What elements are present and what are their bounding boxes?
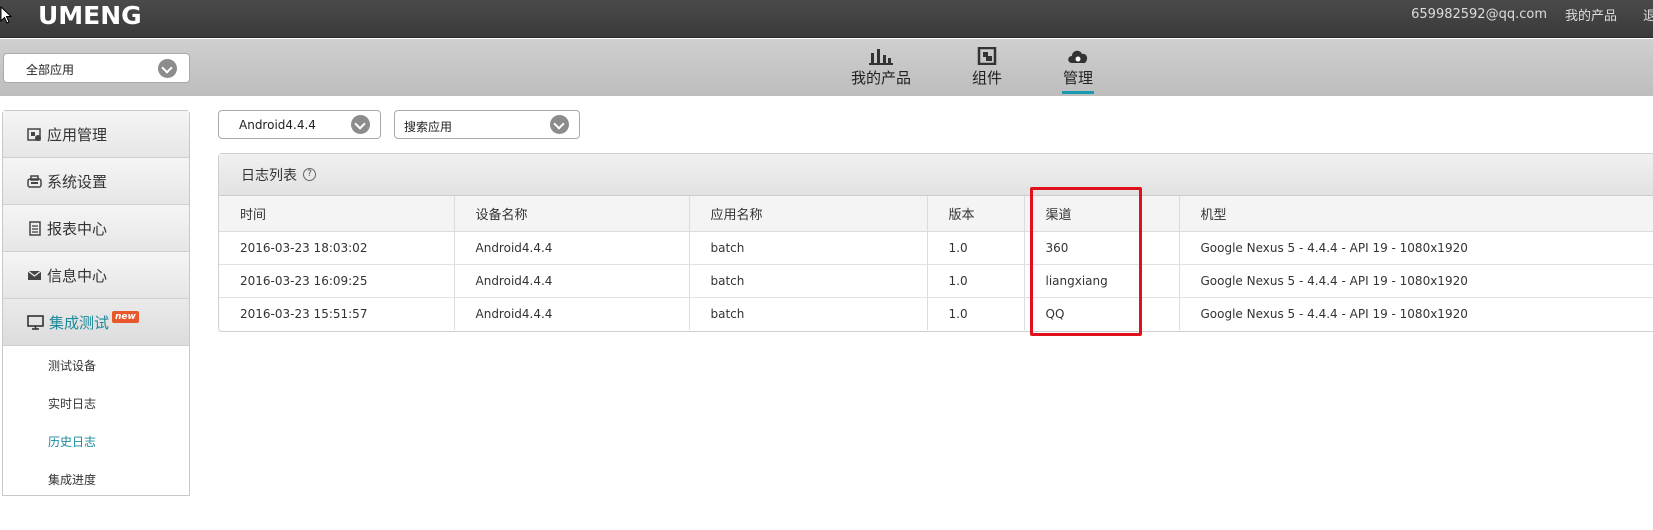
app-search-select[interactable]: 搜索应用 bbox=[394, 110, 580, 139]
app-search-value: 搜索应用 bbox=[404, 120, 453, 134]
new-badge: new bbox=[112, 311, 139, 323]
sidebar-item-message-center[interactable]: 信息中心 bbox=[3, 252, 189, 299]
column-header-model[interactable]: 机型 bbox=[1179, 196, 1653, 232]
tab-label: 组件 bbox=[972, 69, 1003, 87]
cell-version: 1.0 bbox=[927, 231, 1025, 265]
active-tab-indicator bbox=[1062, 91, 1094, 94]
sidebar-item-label: 集成测试 bbox=[49, 313, 110, 332]
cell-app: batch bbox=[689, 297, 928, 330]
column-header-version[interactable]: 版本 bbox=[927, 196, 1025, 232]
cell-time: 2016-03-23 18:03:02 bbox=[219, 231, 455, 265]
tab-manage[interactable]: 管理 bbox=[1062, 43, 1094, 94]
top-bar: UMENG 659982592@qq.com 我的产品 退 bbox=[0, 0, 1653, 38]
user-email-link[interactable]: 659982592@qq.com bbox=[1411, 7, 1547, 22]
device-select[interactable]: Android4.4.4 bbox=[218, 110, 381, 139]
channel-highlight-annotation bbox=[1030, 187, 1142, 336]
cell-model: Google Nexus 5 - 4.4.4 - API 19 - 1080x1… bbox=[1179, 231, 1653, 265]
cell-time: 2016-03-23 16:09:25 bbox=[219, 264, 455, 298]
sidebar-item-report-center[interactable]: 报表中心 bbox=[3, 205, 189, 252]
cell-version: 1.0 bbox=[927, 264, 1025, 298]
sidebar-subitem-integration-progress[interactable]: 集成进度 bbox=[3, 460, 189, 498]
tab-my-products[interactable]: 我的产品 bbox=[851, 43, 911, 88]
cloud-manage-icon bbox=[1068, 50, 1088, 63]
cell-app: batch bbox=[689, 264, 928, 298]
chevron-down-icon[interactable] bbox=[550, 115, 569, 134]
panel-title: 日志列表 bbox=[241, 167, 297, 184]
sidebar-item-label: 报表中心 bbox=[47, 219, 108, 238]
monitor-icon bbox=[27, 314, 44, 330]
chevron-down-icon[interactable] bbox=[158, 59, 177, 78]
log-list-panel: 日志列表 ? 时间 设备名称 应用名称 版本 渠道 机型 2016-03-23 … bbox=[218, 153, 1653, 332]
cell-device: Android4.4.4 bbox=[454, 264, 690, 298]
log-table: 时间 设备名称 应用名称 版本 渠道 机型 2016-03-23 18:03:0… bbox=[219, 196, 1653, 330]
cell-model: Google Nexus 5 - 4.4.4 - API 19 - 1080x1… bbox=[1179, 264, 1653, 298]
logout-link[interactable]: 退 bbox=[1643, 5, 1653, 24]
column-header-device[interactable]: 设备名称 bbox=[454, 196, 690, 232]
settings-icon bbox=[27, 174, 42, 188]
tab-label: 我的产品 bbox=[851, 69, 912, 87]
app-selector[interactable]: 全部应用 bbox=[3, 53, 190, 83]
tab-label: 管理 bbox=[1062, 69, 1093, 87]
sidebar-subitem-history-log[interactable]: 历史日志 bbox=[3, 422, 189, 460]
help-icon[interactable]: ? bbox=[303, 168, 316, 181]
component-icon bbox=[977, 47, 997, 65]
mail-icon bbox=[27, 270, 42, 280]
device-select-value: Android4.4.4 bbox=[239, 118, 316, 132]
umeng-logo[interactable]: UMENG bbox=[38, 0, 142, 30]
tab-components[interactable]: 组件 bbox=[972, 43, 1002, 88]
cell-device: Android4.4.4 bbox=[454, 297, 690, 330]
sidebar-item-label: 应用管理 bbox=[47, 125, 108, 144]
sidebar-item-app-manage[interactable]: 应用管理 bbox=[3, 111, 189, 158]
report-icon bbox=[29, 220, 41, 236]
panel-header: 日志列表 ? bbox=[219, 154, 1653, 196]
sidebar-item-label: 信息中心 bbox=[47, 266, 108, 285]
table-row: 2016-03-23 18:03:02 Android4.4.4 batch 1… bbox=[219, 231, 1653, 265]
nav-bar: 全部应用 我的产品 组件 管理 bbox=[0, 39, 1653, 96]
bar-chart-icon bbox=[869, 49, 893, 65]
sidebar-item-integration-test[interactable]: 集成测试 new bbox=[3, 299, 189, 346]
table-row: 2016-03-23 16:09:25 Android4.4.4 batch 1… bbox=[219, 264, 1653, 298]
logo-text: UMENG bbox=[38, 0, 142, 30]
cell-device: Android4.4.4 bbox=[454, 231, 690, 265]
my-products-link[interactable]: 我的产品 bbox=[1565, 5, 1617, 24]
table-header-row: 时间 设备名称 应用名称 版本 渠道 机型 bbox=[219, 196, 1653, 232]
sidebar-item-system-settings[interactable]: 系统设置 bbox=[3, 158, 189, 205]
cell-model: Google Nexus 5 - 4.4.4 - API 19 - 1080x1… bbox=[1179, 297, 1653, 330]
cell-time: 2016-03-23 15:51:57 bbox=[219, 297, 455, 330]
sidebar-subitem-test-devices[interactable]: 测试设备 bbox=[3, 346, 189, 384]
chevron-down-icon[interactable] bbox=[351, 115, 370, 134]
sidebar-item-label: 系统设置 bbox=[47, 172, 108, 191]
sidebar: 应用管理 系统设置 报表中心 信息中心 集成测试 new 测试设备 实时日志 历… bbox=[2, 110, 190, 496]
sidebar-subitem-realtime-log[interactable]: 实时日志 bbox=[3, 384, 189, 422]
app-selector-value: 全部应用 bbox=[26, 63, 75, 77]
column-header-app[interactable]: 应用名称 bbox=[689, 196, 928, 232]
column-header-time[interactable]: 时间 bbox=[219, 196, 455, 232]
cell-version: 1.0 bbox=[927, 297, 1025, 330]
app-manage-icon bbox=[27, 127, 41, 141]
table-row: 2016-03-23 15:51:57 Android4.4.4 batch 1… bbox=[219, 297, 1653, 330]
mouse-cursor-icon bbox=[0, 6, 12, 24]
cell-app: batch bbox=[689, 231, 928, 265]
